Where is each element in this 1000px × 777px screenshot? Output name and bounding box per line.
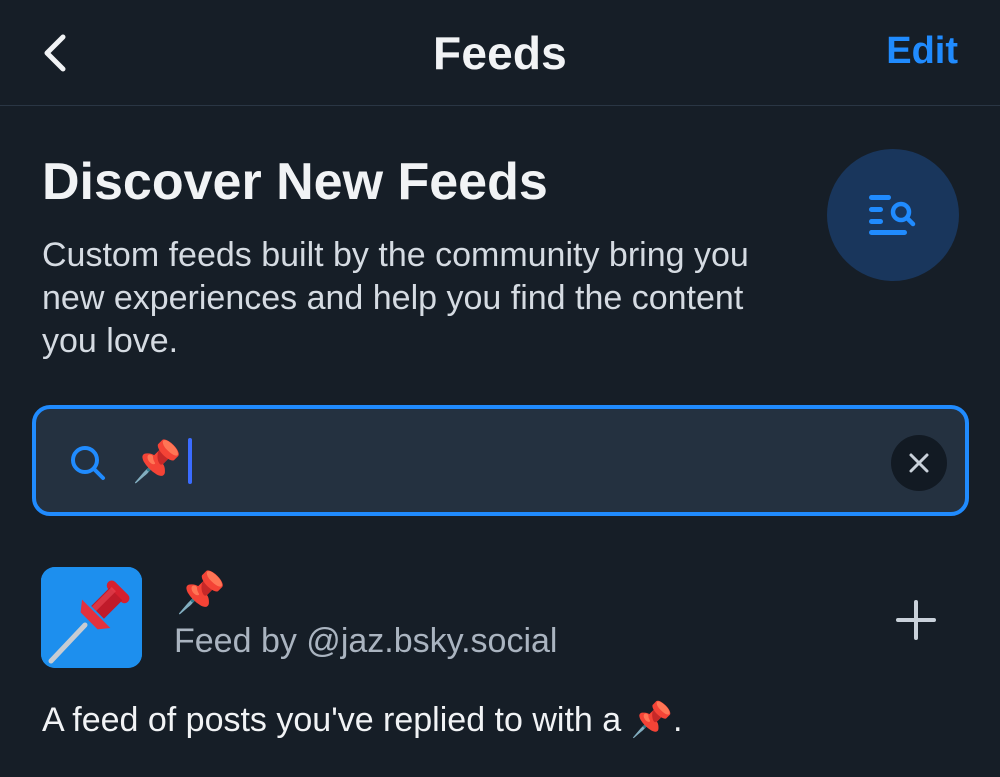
feed-avatar[interactable] xyxy=(41,567,142,668)
search-input[interactable]: 📌 xyxy=(132,431,832,491)
search-icon xyxy=(68,443,108,483)
pushpin-icon xyxy=(41,567,142,668)
add-feed-button[interactable] xyxy=(888,592,944,648)
feeds-screen: Feeds Edit Discover New Feeds Custom fee… xyxy=(0,0,1000,777)
feed-author[interactable]: Feed by @jaz.bsky.social xyxy=(174,622,557,661)
feed-name[interactable]: 📌 xyxy=(176,570,226,616)
edit-button[interactable]: Edit xyxy=(886,30,958,73)
search-field[interactable]: 📌 xyxy=(32,405,969,516)
text-cursor xyxy=(187,438,192,484)
search-input-value: 📌 xyxy=(132,438,182,485)
top-bar: Feeds Edit xyxy=(0,0,1000,106)
feed-description: A feed of posts you've replied to with a… xyxy=(42,701,683,739)
close-icon xyxy=(909,453,929,473)
plus-icon xyxy=(896,600,936,640)
discover-heading: Discover New Feeds xyxy=(42,153,548,211)
discover-description: Custom feeds built by the community brin… xyxy=(42,236,749,360)
page-title: Feeds xyxy=(433,27,567,79)
list-search-icon xyxy=(827,149,959,281)
clear-search-button[interactable] xyxy=(891,435,947,491)
